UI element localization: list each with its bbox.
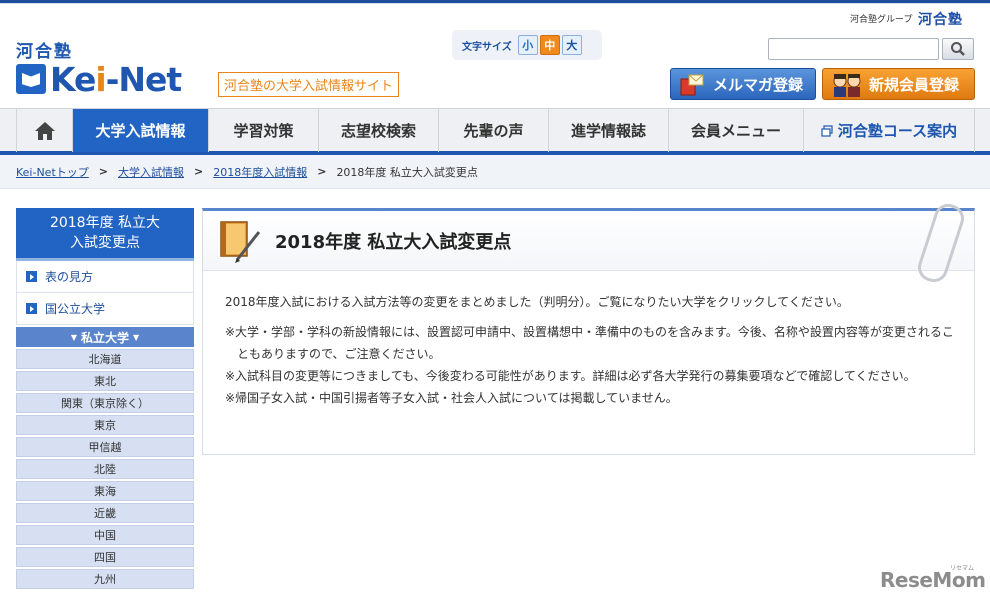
search-icon — [951, 42, 965, 56]
sidebar-heading-line1: 2018年度 私立大 — [49, 215, 161, 231]
arrow-right-icon — [26, 303, 37, 314]
content-title-bar: 2018年度 私立大入試変更点 — [203, 200, 974, 286]
newsletter-signup-label: メルマガ登録 — [713, 75, 804, 94]
breadcrumb-separator: > — [317, 165, 327, 178]
nav-university-exam-info[interactable]: 大学入試情報 — [72, 109, 208, 152]
group-logo[interactable]: 河合塾 — [918, 9, 963, 29]
sidebar-item-label: 国公立大学 — [45, 302, 106, 316]
page-title: 2018年度 私立大入試変更点 — [275, 231, 512, 253]
mailbox-icon — [680, 74, 704, 96]
external-window-icon — [821, 124, 833, 137]
note-item: ※入試科目の変更等につきましても、今後変わる可能性があります。詳細は必ず各大学発… — [225, 369, 916, 383]
region-kinki[interactable]: 近畿 — [16, 503, 194, 523]
register-member-label: 新規会員登録 — [869, 75, 960, 94]
sidebar-item-label: 表の見方 — [45, 270, 94, 284]
sidebar-item-national-public[interactable]: 国公立大学 — [16, 293, 194, 325]
nav-kawaijuku-courses-label: 河合塾コース案内 — [837, 122, 958, 140]
chevron-down-icon: ▼ — [70, 332, 77, 342]
sidebar-private-label: 私立大学 — [80, 330, 129, 345]
register-member-button[interactable]: 新規会員登録 — [822, 68, 975, 100]
top-accent-line-sub — [0, 3, 990, 4]
region-koshinetsu[interactable]: 甲信越 — [16, 437, 194, 457]
search-input[interactable] — [768, 38, 939, 60]
font-size-medium-button[interactable]: 中 — [539, 35, 560, 55]
kawaijuku-logo-text[interactable]: 河合塾 — [16, 37, 73, 62]
home-icon — [34, 121, 55, 140]
breadcrumb-separator: > — [98, 165, 108, 178]
breadcrumb-link-2018[interactable]: 2018年度入試情報 — [213, 164, 307, 180]
book-logo-icon — [16, 64, 46, 94]
font-size-switcher: 文字サイズ 小 中 大 — [452, 30, 602, 60]
breadcrumb-link-exam-info[interactable]: 大学入試情報 — [118, 164, 184, 180]
keinet-logo[interactable]: Kei-Net — [16, 59, 182, 99]
breadcrumb-separator: > — [194, 165, 204, 178]
intro-text: 2018年度入試における入試方法等の変更をまとめました（判明分）。ご覧になりたい… — [225, 295, 849, 309]
nav-kawaijuku-courses[interactable]: 河合塾コース案内 — [803, 109, 975, 152]
sidebar-private-heading[interactable]: ▼ 私立大学 ▼ — [16, 327, 194, 347]
nav-school-search[interactable]: 志望校検索 — [318, 109, 438, 152]
students-icon — [833, 74, 861, 97]
note-item: ※大学・学部・学科の新設情報には、設置認可申請中、設置構想中・準備中のものを含み… — [225, 325, 954, 361]
sidebar: 2018年度 私立大 入試変更点 表の見方 国公立大学 ▼ 私立大学 ▼ 北海道… — [16, 208, 194, 589]
nav-senior-voices[interactable]: 先輩の声 — [438, 109, 548, 152]
breadcrumb: Kei-Netトップ > 大学入試情報 > 2018年度入試情報 > 2018年… — [0, 155, 990, 189]
region-chugoku[interactable]: 中国 — [16, 525, 194, 545]
nav-magazine[interactable]: 進学情報誌 — [548, 109, 668, 152]
logo-wordmark: Kei-Net — [50, 59, 182, 99]
region-shikoku[interactable]: 四国 — [16, 547, 194, 567]
region-tokyo[interactable]: 東京 — [16, 415, 194, 435]
note-item: ※帰国子女入試・中国引揚者等子女入試・社会人入試については掲載していません。 — [225, 391, 678, 405]
nav-member-menu[interactable]: 会員メニュー — [668, 109, 803, 152]
region-kanto[interactable]: 関東（東京除く） — [16, 393, 194, 413]
sidebar-item-legend[interactable]: 表の見方 — [16, 261, 194, 293]
font-size-label: 文字サイズ — [462, 41, 512, 53]
content-body: 2018年度入試における入試方法等の変更をまとめました（判明分）。ご覧になりたい… — [203, 271, 974, 409]
region-tokai[interactable]: 東海 — [16, 481, 194, 501]
font-size-large-button[interactable]: 大 — [561, 35, 582, 55]
nav-home[interactable] — [16, 109, 72, 152]
font-size-small-button[interactable]: 小 — [517, 35, 538, 55]
breadcrumb-current: 2018年度 私立大入試変更点 — [336, 165, 478, 179]
global-nav: 大学入試情報 学習対策 志望校検索 先輩の声 進学情報誌 会員メニュー 河合塾コ… — [0, 108, 990, 155]
group-link[interactable]: 河合塾グループ — [850, 12, 912, 25]
breadcrumb-link-top[interactable]: Kei-Netトップ — [16, 164, 89, 180]
nav-study-tips[interactable]: 学習対策 — [208, 109, 318, 152]
search-button[interactable] — [942, 38, 974, 60]
region-kyushu[interactable]: 九州 — [16, 569, 194, 589]
chevron-down-icon: ▼ — [133, 332, 140, 342]
site-tagline: 河合塾の大学入試情報サイト — [218, 72, 400, 97]
notebook-pen-icon — [220, 220, 261, 263]
sidebar-heading: 2018年度 私立大 入試変更点 — [16, 208, 194, 261]
resemom-watermark: ReseMom — [880, 568, 986, 592]
sidebar-heading-line2: 入試変更点 — [70, 235, 140, 251]
region-hokuriku[interactable]: 北陸 — [16, 459, 194, 479]
main-content: 2018年度 私立大入試変更点 2018年度入試における入試方法等の変更をまとめ… — [202, 200, 975, 455]
arrow-right-icon — [26, 271, 37, 282]
newsletter-signup-button[interactable]: メルマガ登録 — [670, 68, 816, 100]
region-hokkaido[interactable]: 北海道 — [16, 349, 194, 369]
region-tohoku[interactable]: 東北 — [16, 371, 194, 391]
